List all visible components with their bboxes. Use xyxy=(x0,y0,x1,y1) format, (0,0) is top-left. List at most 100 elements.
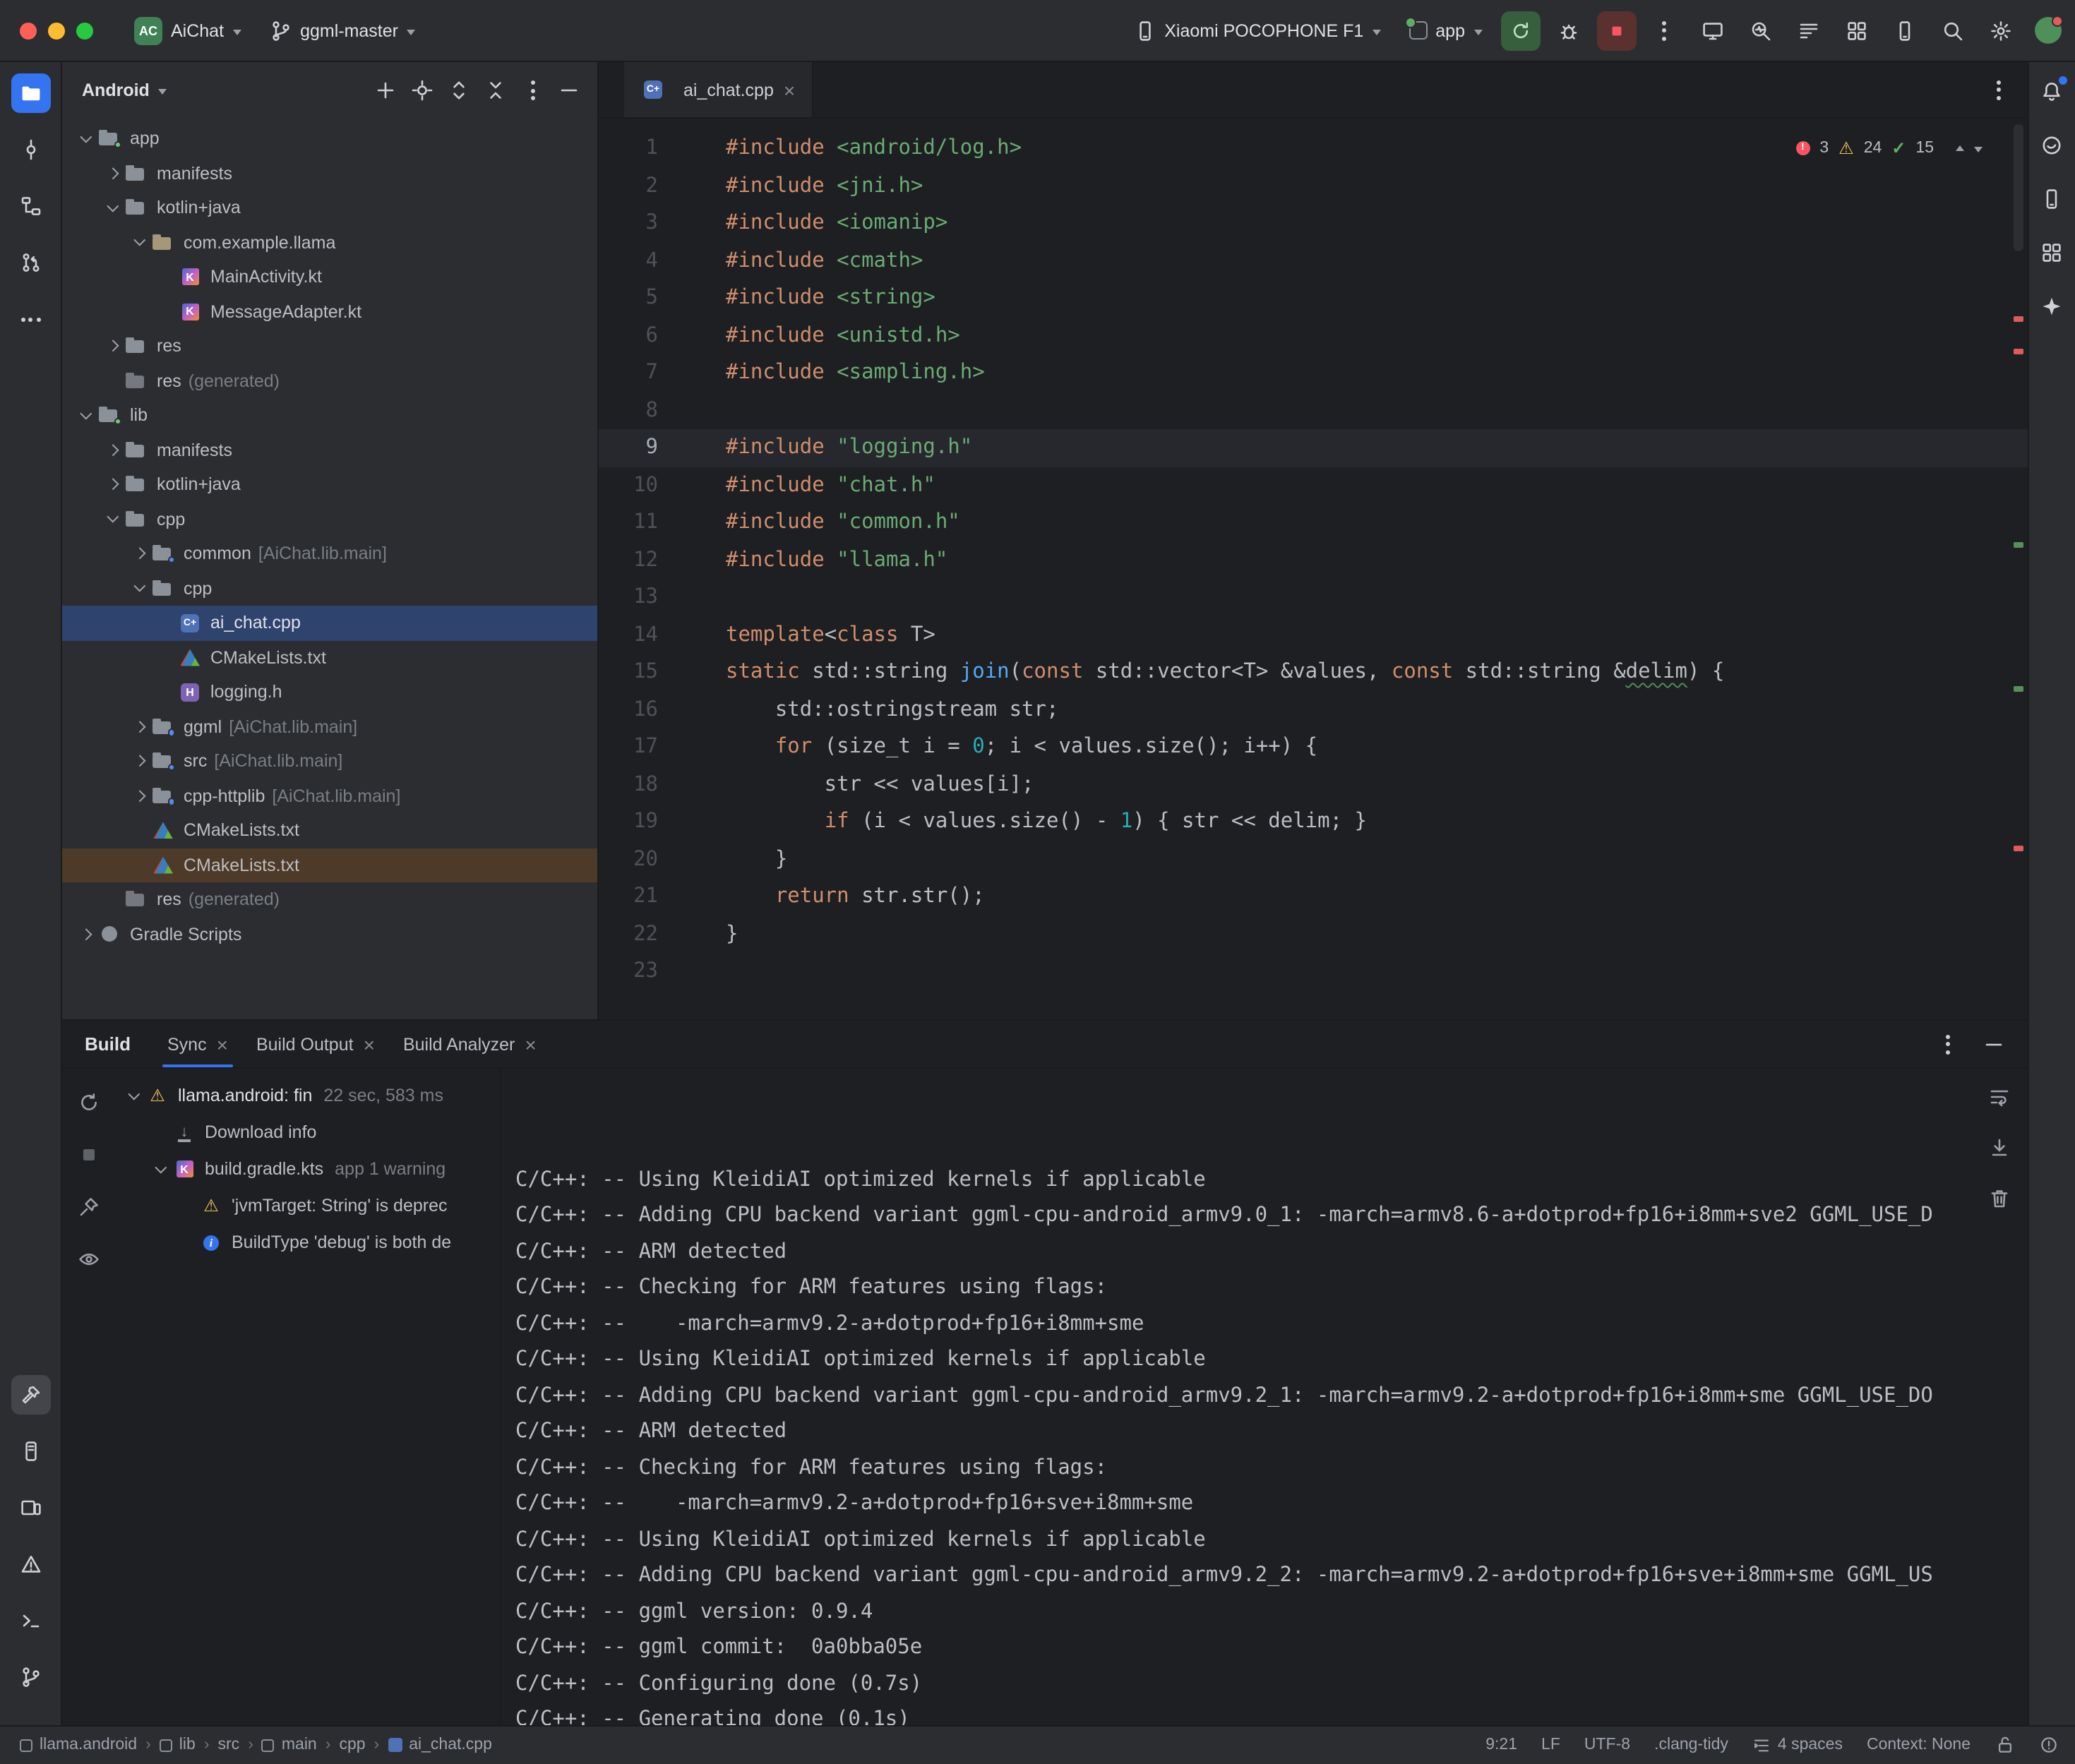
chevron-down-icon[interactable] xyxy=(100,508,124,532)
editor-options-button[interactable] xyxy=(1982,73,2016,107)
tree-item-manifests[interactable]: manifests xyxy=(62,156,597,191)
running-devices-tool-window-button[interactable] xyxy=(11,1487,50,1527)
pull-requests-tool-window-button[interactable] xyxy=(11,243,50,282)
tree-item-cpp-httplib[interactable]: cpp-httplib[AiChat.lib.main] xyxy=(62,779,597,813)
panel-options-button[interactable] xyxy=(515,73,549,107)
terminal-tool-window-button[interactable] xyxy=(11,1600,50,1640)
status-indicator[interactable] xyxy=(2038,1735,2058,1755)
build-tree-item-jvmtarget-string-is-deprec[interactable]: ⚠'jvmTarget: String' is deprec xyxy=(116,1187,500,1224)
project-selector[interactable]: AC AiChat xyxy=(124,11,251,50)
chevron-right-icon[interactable] xyxy=(127,542,151,566)
status-item-context-none[interactable]: Context: None xyxy=(1867,1736,1971,1753)
code-editor[interactable]: 1234567891011121314151617181920212223 #i… xyxy=(599,119,2027,1019)
notifications-button[interactable] xyxy=(2033,73,2070,110)
user-avatar[interactable] xyxy=(2034,17,2061,44)
filter-messages-button[interactable] xyxy=(72,1242,106,1276)
pin-button[interactable] xyxy=(72,1190,106,1224)
structure-tool-window-button[interactable] xyxy=(11,186,50,226)
tree-item-res[interactable]: res(generated) xyxy=(62,882,597,917)
error-stripe-mark[interactable] xyxy=(2013,542,2023,547)
build-tool-window-button[interactable] xyxy=(11,1374,50,1414)
tree-item-cmakelists-txt[interactable]: CMakeLists.txt xyxy=(62,848,597,882)
run-button[interactable] xyxy=(1500,11,1540,50)
resync-button[interactable] xyxy=(72,1086,106,1120)
branch-selector[interactable]: ggml-master xyxy=(259,13,425,47)
device-selector[interactable]: Xiaomi POCOPHONE F1 xyxy=(1123,13,1390,47)
build-tree-item-download-info[interactable]: ↓Download info xyxy=(116,1114,500,1151)
status-item-clang-tidy[interactable]: .clang-tidy xyxy=(1654,1736,1728,1753)
build-tree-item-buildtype-debug-is-both-de[interactable]: iBuildType 'debug' is both de xyxy=(116,1224,500,1261)
build-tree-item-llama-android-fin[interactable]: ⚠llama.android: fin22 sec, 583 ms xyxy=(116,1077,500,1114)
more-run-actions-button[interactable] xyxy=(1644,11,1684,50)
search-everywhere-button[interactable] xyxy=(1932,11,1972,50)
chevron-right-icon[interactable] xyxy=(127,750,151,774)
chevron-down-icon[interactable] xyxy=(73,127,97,151)
tree-item-mainactivity-kt[interactable]: KMainActivity.kt xyxy=(62,260,597,294)
breadcrumb-llama-android[interactable]: llama.android xyxy=(20,1736,137,1753)
add-button[interactable] xyxy=(369,73,402,107)
tree-item-src[interactable]: src[AiChat.lib.main] xyxy=(62,744,597,779)
commit-tool-window-button[interactable] xyxy=(11,130,50,169)
close-tab-icon[interactable]: × xyxy=(217,1034,228,1054)
profiler-button[interactable] xyxy=(1740,11,1780,50)
breadcrumb-cpp[interactable]: cpp xyxy=(339,1736,365,1753)
chevron-right-icon[interactable] xyxy=(100,438,124,462)
tree-item-messageadapter-kt[interactable]: KMessageAdapter.kt xyxy=(62,294,597,329)
collapse-all-button[interactable] xyxy=(479,73,513,107)
tree-item-ai-chat-cpp[interactable]: C+ai_chat.cpp xyxy=(62,606,597,640)
expand-all-button[interactable] xyxy=(442,73,476,107)
tree-item-common[interactable]: common[AiChat.lib.main] xyxy=(62,536,597,571)
chevron-right-icon[interactable] xyxy=(100,473,124,497)
error-stripe-mark[interactable] xyxy=(2013,316,2023,321)
error-stripe-mark[interactable] xyxy=(2013,349,2023,354)
device-mirror-button[interactable] xyxy=(1692,11,1732,50)
stop-sync-button[interactable] xyxy=(72,1138,106,1172)
error-stripe-mark[interactable] xyxy=(2013,846,2023,851)
project-tool-window-button[interactable] xyxy=(11,73,50,113)
status-item-utf-8[interactable]: UTF-8 xyxy=(1584,1736,1630,1753)
build-panel-title[interactable]: Build xyxy=(62,1021,153,1067)
chevron-right-icon[interactable] xyxy=(100,335,124,359)
tree-item-logging-h[interactable]: Hlogging.h xyxy=(62,675,597,709)
project-view-title[interactable]: Android xyxy=(82,80,150,100)
tree-item-cmakelists-txt[interactable]: CMakeLists.txt xyxy=(62,813,597,848)
tree-item-gradle-scripts[interactable]: Gradle Scripts xyxy=(62,917,597,952)
status-item-9-21[interactable]: 9:21 xyxy=(1485,1736,1517,1753)
close-tab-icon[interactable]: × xyxy=(525,1034,536,1054)
app-inspection-button[interactable] xyxy=(1836,11,1876,50)
hide-panel-button[interactable] xyxy=(552,73,586,107)
settings-button[interactable] xyxy=(1980,11,2020,50)
breadcrumb-main[interactable]: main xyxy=(262,1736,317,1753)
more-tool-windows-button[interactable] xyxy=(11,299,50,339)
previous-problem-button[interactable] xyxy=(1955,146,1963,152)
device-explorer-tool-window-button[interactable] xyxy=(11,1431,50,1470)
tree-item-ggml[interactable]: ggml[AiChat.lib.main] xyxy=(62,709,597,744)
inspections-widget[interactable]: ! 3 ⚠ 24 ✓ 15 xyxy=(1790,127,1987,170)
clear-console-button[interactable] xyxy=(1982,1182,2016,1216)
device-manager-tool-window-button[interactable] xyxy=(2033,181,2070,217)
editor-scrollbar[interactable] xyxy=(2013,124,2023,251)
hide-build-panel-button[interactable] xyxy=(1976,1027,2010,1061)
run-configuration-selector[interactable]: app xyxy=(1399,15,1492,46)
layout-inspector-tool-window-button[interactable] xyxy=(2033,234,2070,271)
status-lock[interactable] xyxy=(1995,1735,2014,1755)
stop-button[interactable] xyxy=(1596,11,1636,50)
scroll-to-end-button[interactable] xyxy=(1982,1131,2016,1165)
chevron-down-icon[interactable] xyxy=(73,404,97,428)
debug-button[interactable] xyxy=(1548,11,1588,50)
chevron-right-icon[interactable] xyxy=(100,162,124,186)
breadcrumb-src[interactable]: src xyxy=(218,1736,240,1753)
close-tab-icon[interactable]: × xyxy=(784,80,795,100)
chevron-down-icon[interactable] xyxy=(148,1157,172,1181)
tree-item-kotlin-java[interactable]: kotlin+java xyxy=(62,191,597,225)
window-zoom-button[interactable] xyxy=(76,22,93,39)
next-problem-button[interactable] xyxy=(1973,148,1982,153)
tree-item-cpp[interactable]: cpp xyxy=(62,571,597,606)
breadcrumb-lib[interactable]: lib xyxy=(160,1736,196,1753)
build-options-button[interactable] xyxy=(1931,1027,1965,1061)
chevron-down-icon[interactable] xyxy=(121,1084,145,1108)
tree-item-res[interactable]: res(generated) xyxy=(62,364,597,398)
chevron-right-icon[interactable] xyxy=(127,784,151,808)
build-tab-build-analyzer[interactable]: Build Analyzer× xyxy=(389,1021,551,1067)
locate-file-button[interactable] xyxy=(405,73,439,107)
